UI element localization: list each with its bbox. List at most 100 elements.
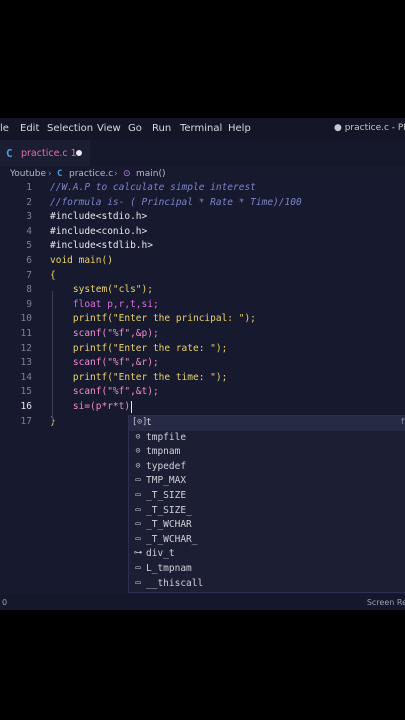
line-number: 5 <box>26 240 32 252</box>
menu-view[interactable]: View <box>97 123 121 134</box>
line-number: 17 <box>20 415 32 427</box>
tab-bar: C practice.c 1 <box>0 140 405 166</box>
menu-bar: le Edit Selection View Go Run Terminal H… <box>0 118 405 140</box>
code-line: 9 float p,r,t,si; <box>0 299 405 314</box>
code-text: scanf("%f",&t); <box>50 386 159 398</box>
code-line: 2 //formula is- ( Principal * Rate * Tim… <box>0 197 405 212</box>
line-number: 11 <box>20 328 32 339</box>
code-text: printf("Enter the rate: "); <box>50 342 228 354</box>
line-number: 4 <box>26 225 32 237</box>
macro-icon: ▭ <box>135 490 141 500</box>
status-bar: 0 Screen Re <box>0 594 405 610</box>
code-text: #include<conio.h> <box>50 225 148 237</box>
code-text: //formula is- ( Principal * Rate * Time)… <box>50 196 302 208</box>
menu-file[interactable]: le <box>0 123 9 134</box>
line-number: 16 <box>20 401 32 412</box>
code-text: system("cls"); <box>50 284 153 296</box>
suggestion-item[interactable]: ▭ __thiscall <box>129 577 405 592</box>
macro-icon: ▭ <box>135 533 141 544</box>
c-file-icon: C <box>57 169 63 179</box>
suggestion-item[interactable]: ▭ _T_SIZE_ <box>129 504 405 519</box>
menu-selection[interactable]: Selection <box>47 123 93 134</box>
suggestion-label: _T_WCHAR <box>146 519 192 531</box>
code-line: 7 { <box>0 270 405 285</box>
suggestion-label: typedef <box>146 460 187 472</box>
suggestion-item[interactable]: ⊙ tmpfile <box>129 431 405 446</box>
suggestion-label: t <box>146 417 152 428</box>
code-line: 11 scanf("%f",&p); <box>0 328 405 343</box>
text-cursor <box>131 401 132 413</box>
code-line: 4 #include<conio.h> <box>0 226 405 241</box>
unsaved-dot-icon[interactable] <box>76 150 82 156</box>
macro-icon: ▭ <box>135 475 141 486</box>
suggestion-item[interactable]: ▭ _T_WCHAR <box>129 518 405 533</box>
macro-icon: ▭ <box>135 519 141 530</box>
code-line: 12 printf("Enter the rate: "); <box>0 343 405 358</box>
code-text: si=(p*r*t) <box>50 401 131 412</box>
code-line: 8 system("cls"); <box>0 284 405 299</box>
suggestion-item[interactable]: ▭ _T_SIZE <box>129 489 405 504</box>
suggestion-item[interactable]: ▭ _T_WCHAR_ <box>129 533 405 548</box>
code-line: 13 scanf("%f",&r); <box>0 357 405 372</box>
line-number: 9 <box>26 298 32 310</box>
code-line: 15 scanf("%f",&t); <box>0 386 405 401</box>
code-text: void main() <box>50 255 113 266</box>
menu-terminal[interactable]: Terminal <box>180 123 222 134</box>
line-number: 10 <box>20 313 32 325</box>
macro-icon: ▭ <box>135 577 141 588</box>
suggestion-label: _T_SIZE_ <box>146 504 192 516</box>
menu-edit[interactable]: Edit <box>20 123 39 134</box>
code-text: scanf("%f",&p); <box>50 328 159 339</box>
line-number: 8 <box>26 284 32 296</box>
suggestion-item[interactable]: ⊶ div_t <box>129 547 405 562</box>
line-number: 7 <box>26 269 32 281</box>
code-line: 10 printf("Enter the principal: "); <box>0 313 405 328</box>
code-text: float p,r,t,si; <box>50 298 159 310</box>
breadcrumb-folder[interactable]: Youtube <box>10 169 46 179</box>
chevron-right-icon: › <box>114 169 118 179</box>
suggestion-label: __thiscall <box>146 577 204 589</box>
struct-icon: ⊶ <box>133 548 143 559</box>
breadcrumb-file[interactable]: practice.c <box>69 169 113 179</box>
line-number: 12 <box>20 342 32 354</box>
line-number: 14 <box>20 371 32 383</box>
breadcrumb-symbol[interactable]: main() <box>136 169 166 179</box>
suggestion-item[interactable]: ⊙ tmpnam <box>129 445 405 460</box>
suggestion-label: div_t <box>146 548 175 560</box>
suggestion-label: _T_WCHAR_ <box>146 533 198 545</box>
line-number: 13 <box>20 357 32 369</box>
code-text: printf("Enter the principal: "); <box>50 313 256 325</box>
chevron-right-icon: › <box>48 169 52 179</box>
tab-practice-c[interactable]: C practice.c 1 <box>0 140 90 166</box>
suggestion-label: TMP_MAX <box>146 475 187 487</box>
menu-go[interactable]: Go <box>128 123 142 134</box>
line-number: 3 <box>26 211 32 223</box>
code-line: 6 void main() <box>0 255 405 270</box>
suggestion-item[interactable]: [⊙] t f <box>129 416 405 431</box>
window-title: ● practice.c - PROG <box>334 123 405 133</box>
suggestion-label: tmpnam <box>146 446 181 458</box>
variable-icon: [⊙] <box>132 417 148 427</box>
suggestion-item[interactable]: ▭ L_tmpnam <box>129 562 405 577</box>
menu-run[interactable]: Run <box>152 123 171 134</box>
suggestion-detail[interactable]: f <box>400 417 405 426</box>
suggestion-item[interactable]: ⊙ typedef <box>129 460 405 475</box>
macro-icon: ▭ <box>135 504 141 515</box>
suggestion-item[interactable]: ▭ TMP_MAX <box>129 474 405 489</box>
line-number: 6 <box>26 255 32 266</box>
c-file-icon: C <box>6 147 13 160</box>
status-problems-count[interactable]: 0 <box>2 598 7 607</box>
suggestion-label: tmpfile <box>146 431 187 443</box>
macro-icon: ▭ <box>135 563 141 573</box>
function-cube-icon: ⊙ <box>123 169 131 179</box>
code-text: #include<stdio.h> <box>50 211 148 223</box>
code-line: 3 #include<stdio.h> <box>0 211 405 226</box>
code-text: printf("Enter the time: "); <box>50 371 228 383</box>
menu-help[interactable]: Help <box>228 123 251 134</box>
keyword-icon: ⊙ <box>135 460 141 471</box>
code-line: 1 //W.A.P to calculate simple interest <box>0 182 405 197</box>
function-icon: ⊙ <box>135 446 141 457</box>
tab-label: practice.c 1 <box>21 148 77 159</box>
status-screen-reader[interactable]: Screen Re <box>367 598 405 607</box>
code-text: //W.A.P to calculate simple interest <box>50 182 256 193</box>
